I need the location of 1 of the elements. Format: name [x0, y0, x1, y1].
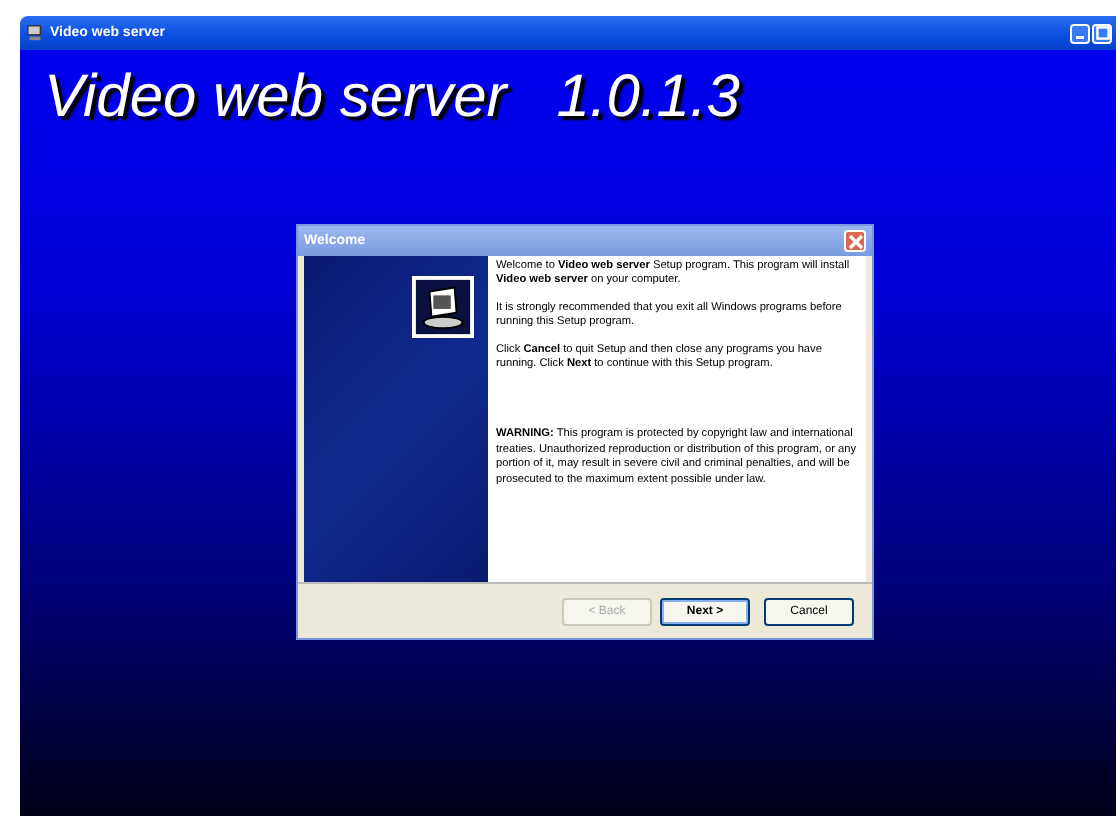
banner-title: Video web server 1.0.1.3 [44, 64, 740, 132]
